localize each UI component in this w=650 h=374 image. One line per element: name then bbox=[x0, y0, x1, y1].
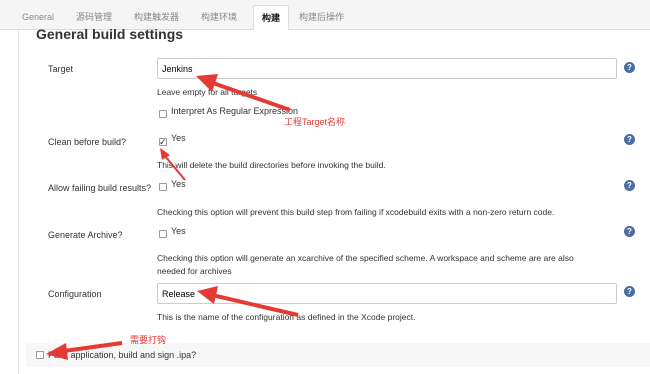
annotation-arrows bbox=[46, 74, 299, 360]
arrow-to-clean-checkbox bbox=[160, 148, 186, 181]
arrow-to-target bbox=[196, 74, 291, 112]
arrow-to-configuration bbox=[197, 286, 299, 317]
arrow-to-pack-checkbox bbox=[46, 341, 123, 360]
